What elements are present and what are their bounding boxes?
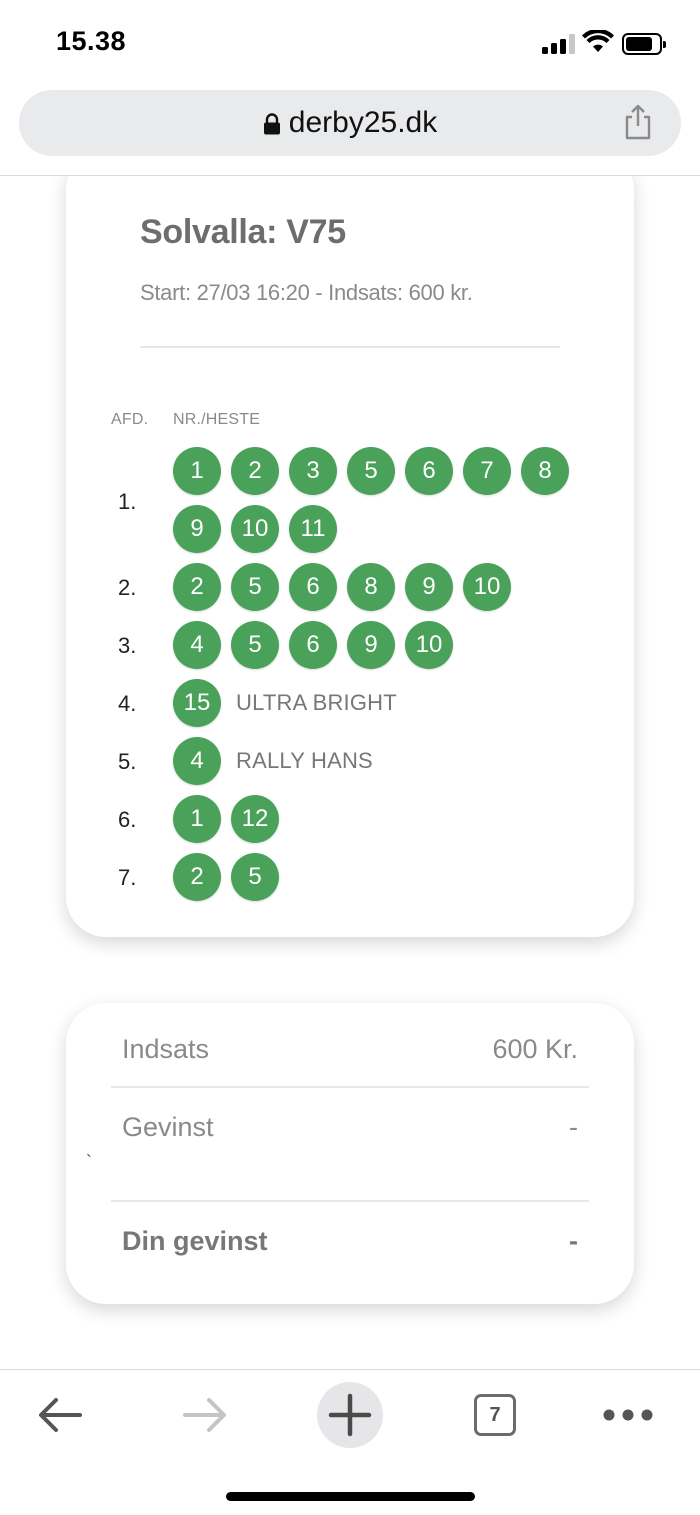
arrow-right-icon: [183, 1398, 226, 1432]
address-bar[interactable]: derby25.dk: [19, 90, 681, 156]
your-win-value: -: [569, 1226, 578, 1256]
horse-ball: 6: [405, 447, 453, 495]
win-value: -: [569, 1112, 578, 1142]
horse-ball: 6: [289, 563, 337, 611]
leg-2-horses: 2 5 6 8 9 10: [173, 563, 593, 611]
horse-ball: 5: [347, 447, 395, 495]
horse-ball: 4: [173, 737, 221, 785]
wifi-icon: [582, 30, 614, 52]
summary-divider: [111, 1086, 589, 1088]
cellular-signal-icon: [542, 34, 575, 54]
horse-name: ULTRA BRIGHT: [236, 690, 397, 715]
card-divider: [140, 346, 560, 348]
leg-number: 5.: [118, 749, 137, 774]
horse-ball: 10: [405, 621, 453, 669]
stake-value: 600 Kr.: [492, 1034, 578, 1064]
more-dots-icon: [603, 1409, 653, 1421]
horse-ball: 10: [463, 563, 511, 611]
lock-icon: [263, 113, 280, 135]
race-subtitle: Start: 27/03 16:20 - Indsats: 600 kr.: [140, 280, 473, 305]
horse-ball: 6: [289, 621, 337, 669]
horse-ball: 3: [289, 447, 337, 495]
leg-number: 4.: [118, 691, 137, 716]
horse-ball: 4: [173, 621, 221, 669]
leg-number: 3.: [118, 633, 137, 658]
horse-ball: 9: [347, 621, 395, 669]
leg-number: 1.: [118, 489, 137, 514]
leg-6-horses: 1 12: [173, 795, 593, 843]
race-title: Solvalla: V75: [140, 213, 346, 251]
leg-number: 7.: [118, 865, 137, 890]
horse-ball: 7: [463, 447, 511, 495]
plus-icon: [328, 1393, 372, 1437]
horse-ball: 2: [231, 447, 279, 495]
stray-mark: `: [86, 1152, 92, 1172]
leg-number: 6.: [118, 807, 137, 832]
horse-ball: 11: [289, 505, 337, 553]
tab-count: 7: [474, 1394, 516, 1436]
horse-ball: 8: [347, 563, 395, 611]
leg-number: 2.: [118, 575, 137, 600]
column-header-horses: NR./HESTE: [173, 411, 261, 428]
horse-ball: 15: [173, 679, 221, 727]
leg-7-horses: 2 5: [173, 853, 593, 901]
arrow-left-icon: [39, 1398, 82, 1432]
horse-ball: 5: [231, 621, 279, 669]
your-win-label: Din gevinst: [122, 1226, 268, 1256]
more-menu-button[interactable]: [593, 1380, 663, 1450]
home-indicator: [226, 1492, 475, 1501]
url-text: derby25.dk: [288, 106, 438, 139]
status-bar: 15.38: [0, 0, 700, 88]
horse-ball: 1: [173, 795, 221, 843]
battery-icon: [622, 33, 666, 55]
horse-ball: 1: [173, 447, 221, 495]
horse-ball: 2: [173, 853, 221, 901]
status-time: 15.38: [56, 26, 127, 56]
horse-name: RALLY HANS: [236, 748, 373, 773]
forward-button[interactable]: [170, 1380, 240, 1450]
tabs-button[interactable]: 7: [460, 1380, 530, 1450]
horse-ball: 9: [405, 563, 453, 611]
horse-ball: 8: [521, 447, 569, 495]
back-button[interactable]: [25, 1380, 95, 1450]
leg-1-horses: 1 2 3 5 6 7 8 9 10 11: [173, 447, 593, 553]
horse-ball: 9: [173, 505, 221, 553]
horse-ball: 12: [231, 795, 279, 843]
summary-divider: [111, 1200, 589, 1202]
horse-ball: 10: [231, 505, 279, 553]
leg-3-horses: 4 5 6 9 10: [173, 621, 593, 669]
win-label: Gevinst: [122, 1112, 214, 1142]
horse-ball: 2: [173, 563, 221, 611]
horse-ball: 5: [231, 853, 279, 901]
stake-label: Indsats: [122, 1034, 210, 1064]
share-icon[interactable]: [623, 104, 653, 140]
column-header-leg: AFD.: [111, 411, 149, 428]
horse-ball: 5: [231, 563, 279, 611]
new-tab-button[interactable]: [315, 1380, 385, 1450]
